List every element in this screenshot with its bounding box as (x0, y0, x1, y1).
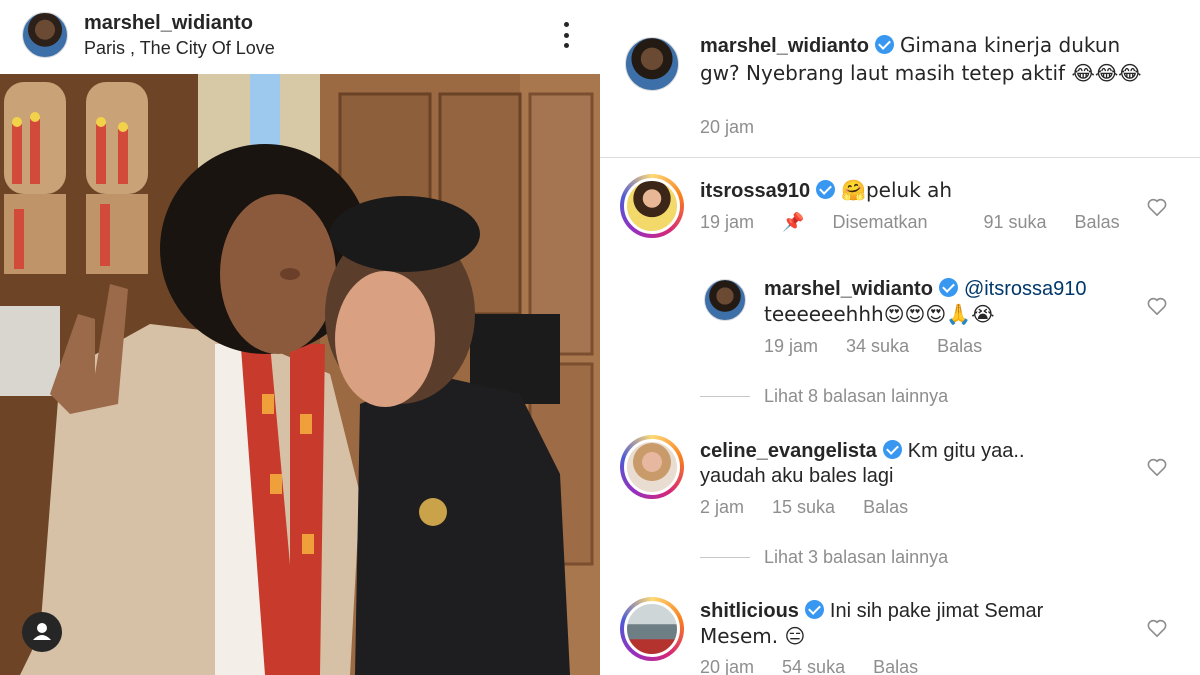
comments-panel: marshel_widianto Gimana kinerja dukun gw?… (600, 0, 1200, 675)
pinned-label: 📌 Disematkan (782, 212, 928, 232)
post-author-avatar[interactable] (22, 12, 68, 58)
reply-meta: 19 jam 34 suka Balas (764, 336, 1010, 357)
comment-likes[interactable]: 91 suka (984, 212, 1047, 232)
verified-badge-icon (804, 600, 824, 619)
caption-author-username[interactable]: marshel_widianto (700, 35, 869, 57)
verified-badge-icon (938, 278, 958, 297)
heart-icon[interactable] (1147, 619, 1167, 637)
post-location[interactable]: Paris , The City Of Love (84, 38, 275, 59)
reply-button[interactable]: Balas (863, 497, 908, 517)
caption-time: 20 jam (700, 117, 755, 137)
reply-time: 19 jam (764, 336, 819, 356)
view-more-replies[interactable]: Lihat 3 balasan lainnya (764, 547, 948, 568)
post-photo (0, 74, 600, 675)
comment-likes[interactable]: 15 suka (772, 497, 835, 517)
comment-text-line1: Km gitu yaa.. (907, 440, 1025, 462)
comment-username[interactable]: shitlicious (700, 600, 799, 622)
comment-text-line2: Mesem. 😑 (700, 624, 806, 648)
comment-username[interactable]: celine_evangelista (700, 440, 877, 462)
comment-avatar-itsrossa910[interactable] (624, 178, 680, 234)
post-header: marshel_widianto Paris , The City Of Lov… (0, 0, 600, 73)
view-replies-line (700, 557, 750, 558)
reply-button[interactable]: Balas (937, 336, 982, 356)
reply-text: teeeeeehhh😍😍😍🙏😭 (764, 302, 995, 326)
verified-badge-icon (816, 180, 836, 199)
verified-badge-icon (874, 35, 894, 54)
comment-time: 2 jam (700, 497, 745, 517)
reply-mention[interactable]: @itsrossa910 (964, 278, 1087, 300)
comment-text: 🤗peluk ah (841, 178, 953, 202)
reply-username[interactable]: marshel_widianto (764, 278, 933, 300)
comment-celine_evangelista: celine_evangelista Km gitu yaa.. (700, 438, 1025, 466)
comment-avatar-celine_evangelista[interactable] (624, 439, 680, 495)
comment-meta: 19 jam 📌 Disematkan 91 suka Balas (700, 212, 1148, 233)
reply-button[interactable]: Balas (873, 657, 918, 675)
heart-icon[interactable] (1147, 458, 1167, 476)
comment-avatar-shitlicious[interactable] (624, 601, 680, 657)
caption-divider (600, 157, 1200, 158)
comment-shitlicious: shitlicious Ini sih pake jimat Semar (700, 598, 1043, 626)
view-replies-line (700, 396, 750, 397)
comment-text-line2: yaudah aku bales lagi (700, 465, 894, 487)
reply-button[interactable]: Balas (1075, 212, 1120, 232)
comment-time: 19 jam (700, 212, 755, 232)
caption-author-avatar[interactable] (625, 37, 679, 91)
caption: marshel_widianto Gimana kinerja dukun gw?… (700, 33, 1160, 89)
view-more-replies[interactable]: Lihat 8 balasan lainnya (764, 386, 948, 407)
heart-icon[interactable] (1147, 198, 1167, 216)
comment-username[interactable]: itsrossa910 (700, 180, 810, 202)
comment-meta: 2 jam 15 suka Balas (700, 497, 936, 518)
reply-likes[interactable]: 34 suka (846, 336, 909, 356)
comment-likes[interactable]: 54 suka (782, 657, 845, 675)
heart-icon[interactable] (1147, 297, 1167, 315)
pin-icon: 📌 (782, 212, 805, 232)
comment-meta: 20 jam 54 suka Balas (700, 657, 946, 675)
more-vertical-icon[interactable] (556, 22, 576, 48)
reply-comment: marshel_widianto @itsrossa910 (764, 276, 1087, 304)
comment-text-line1: Ini sih pake jimat Semar (829, 600, 1044, 622)
post-panel: marshel_widianto Paris , The City Of Lov… (0, 0, 600, 675)
reply-avatar-marshel_widianto[interactable] (704, 279, 746, 321)
verified-badge-icon (882, 440, 902, 459)
comment-itsrossa910: itsrossa910 🤗peluk ah (700, 178, 952, 206)
post-author-username[interactable]: marshel_widianto (84, 12, 253, 35)
user-tag-icon[interactable] (22, 612, 62, 652)
comment-time: 20 jam (700, 657, 755, 675)
